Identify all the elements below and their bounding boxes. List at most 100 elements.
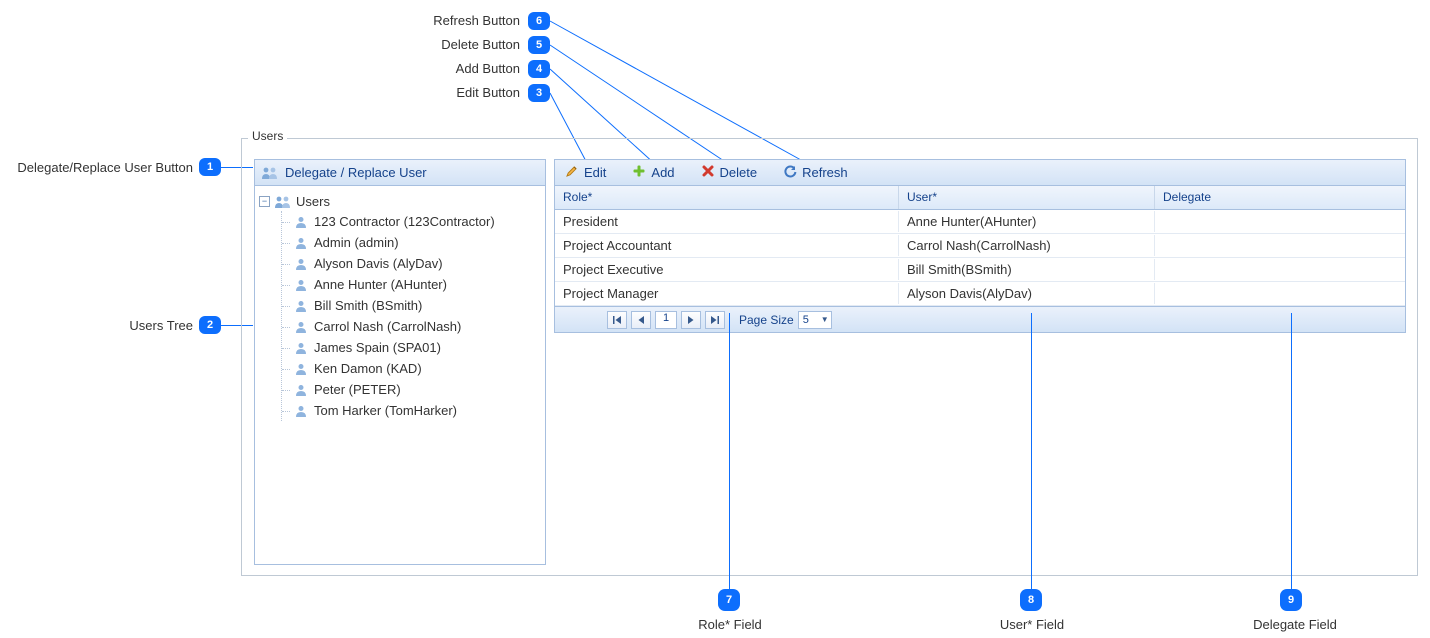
person-icon: [294, 279, 308, 291]
tree-item-label: Bill Smith (BSmith): [314, 298, 422, 313]
tree-root[interactable]: − Users: [259, 192, 541, 211]
pager-last-button[interactable]: [705, 311, 725, 329]
delete-label: Delete: [720, 165, 758, 180]
tree-item-label: Tom Harker (TomHarker): [314, 403, 457, 418]
tree-item-label: Peter (PETER): [314, 382, 401, 397]
tree-item-label: Carrol Nash (CarrolNash): [314, 319, 461, 334]
delete-x-icon: [701, 164, 715, 181]
add-label: Add: [651, 165, 674, 180]
users-tree-panel: Delegate / Replace User − Users 123 Cont…: [254, 159, 546, 565]
grid-toolbar: Edit Add Delete Refresh: [555, 160, 1405, 186]
tree-item-label: Admin (admin): [314, 235, 399, 250]
callout-badge-9: 9: [1280, 589, 1302, 611]
tree-item[interactable]: Carrol Nash (CarrolNash): [288, 316, 541, 337]
person-pair-icon: [261, 166, 279, 180]
cell-delegate: [1155, 291, 1405, 297]
person-icon: [294, 342, 308, 354]
add-button[interactable]: Add: [628, 162, 678, 183]
callout-badge-5: 5: [528, 36, 550, 54]
tree-item[interactable]: James Spain (SPA01): [288, 337, 541, 358]
table-row[interactable]: Project AccountantCarrol Nash(CarrolNash…: [555, 234, 1405, 258]
callout-badge-2: 2: [199, 316, 221, 334]
table-row[interactable]: Project ExecutiveBill Smith(BSmith): [555, 258, 1405, 282]
grid-pager: 1 Page Size 5 ▼: [555, 306, 1405, 332]
cell-role: Project Executive: [555, 259, 899, 280]
cell-role: Project Accountant: [555, 235, 899, 256]
person-icon: [294, 363, 308, 375]
edit-label: Edit: [584, 165, 606, 180]
callout-edit-label: Edit Button: [350, 85, 520, 100]
person-icon: [294, 384, 308, 396]
col-header-role[interactable]: Role*: [555, 186, 899, 209]
tree-children: 123 Contractor (123Contractor) Admin (adm…: [281, 211, 541, 421]
tree-item-label: Anne Hunter (AHunter): [314, 277, 447, 292]
refresh-label: Refresh: [802, 165, 848, 180]
tree-item-label: James Spain (SPA01): [314, 340, 441, 355]
pager-prev-button[interactable]: [631, 311, 651, 329]
cell-delegate: [1155, 243, 1405, 249]
cell-delegate: [1155, 267, 1405, 273]
cell-user: Bill Smith(BSmith): [899, 259, 1155, 280]
person-icon: [294, 405, 308, 417]
callout-refresh-label: Refresh Button: [350, 13, 520, 28]
users-fieldset: Users Delegate / Replace User − Users 12…: [241, 138, 1418, 576]
grid-header: Role* User* Delegate: [555, 186, 1405, 210]
callout-user-field-label: User* Field: [982, 617, 1082, 632]
grid-body: PresidentAnne Hunter(AHunter)Project Acc…: [555, 210, 1405, 306]
callout-delegate-field-label: Delegate Field: [1240, 617, 1350, 632]
edit-button[interactable]: Edit: [561, 162, 610, 183]
callout-badge-7: 7: [718, 589, 740, 611]
cell-user: Alyson Davis(AlyDav): [899, 283, 1155, 304]
tree-item[interactable]: Tom Harker (TomHarker): [288, 400, 541, 421]
callout-delegate-replace-label: Delegate/Replace User Button: [0, 160, 193, 175]
grid-panel: Edit Add Delete Refresh: [554, 159, 1406, 333]
pager-page-input[interactable]: 1: [655, 311, 677, 329]
delete-button[interactable]: Delete: [697, 162, 762, 183]
person-icon: [294, 237, 308, 249]
callout-add-label: Add Button: [350, 61, 520, 76]
cell-user: Anne Hunter(AHunter): [899, 211, 1155, 232]
table-row[interactable]: Project ManagerAlyson Davis(AlyDav): [555, 282, 1405, 306]
tree-item[interactable]: Admin (admin): [288, 232, 541, 253]
person-icon: [294, 321, 308, 333]
refresh-button[interactable]: Refresh: [779, 162, 852, 183]
users-group-icon: [274, 195, 292, 209]
col-header-user[interactable]: User*: [899, 186, 1155, 209]
tree-item[interactable]: Alyson Davis (AlyDav): [288, 253, 541, 274]
callout-delete-label: Delete Button: [350, 37, 520, 52]
callout-badge-6: 6: [528, 12, 550, 30]
chevron-down-icon: ▼: [821, 315, 829, 324]
person-icon: [294, 258, 308, 270]
pencil-icon: [565, 164, 579, 181]
pager-next-button[interactable]: [681, 311, 701, 329]
tree-collapse-icon[interactable]: −: [259, 196, 270, 207]
tree-item[interactable]: Anne Hunter (AHunter): [288, 274, 541, 295]
callout-role-field-label: Role* Field: [680, 617, 780, 632]
col-header-delegate[interactable]: Delegate: [1155, 186, 1405, 209]
fieldset-legend: Users: [248, 129, 287, 143]
tree-item[interactable]: 123 Contractor (123Contractor): [288, 211, 541, 232]
pager-size-value: 5: [803, 314, 809, 326]
tree-body: − Users 123 Contractor (123Contractor) Ad…: [255, 186, 545, 427]
callout-badge-4: 4: [528, 60, 550, 78]
cell-user: Carrol Nash(CarrolNash): [899, 235, 1155, 256]
pager-size-label: Page Size: [739, 313, 794, 327]
tree-item-label: Ken Damon (KAD): [314, 361, 422, 376]
callout-badge-1: 1: [199, 158, 221, 176]
table-row[interactable]: PresidentAnne Hunter(AHunter): [555, 210, 1405, 234]
plus-icon: [632, 164, 646, 181]
tree-item[interactable]: Peter (PETER): [288, 379, 541, 400]
cell-delegate: [1155, 219, 1405, 225]
tree-item[interactable]: Ken Damon (KAD): [288, 358, 541, 379]
delegate-replace-user-button[interactable]: Delegate / Replace User: [255, 160, 545, 186]
pager-first-button[interactable]: [607, 311, 627, 329]
refresh-icon: [783, 164, 797, 181]
person-icon: [294, 300, 308, 312]
person-icon: [294, 216, 308, 228]
cell-role: Project Manager: [555, 283, 899, 304]
callout-badge-8: 8: [1020, 589, 1042, 611]
pager-size-select[interactable]: 5 ▼: [798, 311, 832, 329]
cell-role: President: [555, 211, 899, 232]
callout-badge-3: 3: [528, 84, 550, 102]
tree-item[interactable]: Bill Smith (BSmith): [288, 295, 541, 316]
